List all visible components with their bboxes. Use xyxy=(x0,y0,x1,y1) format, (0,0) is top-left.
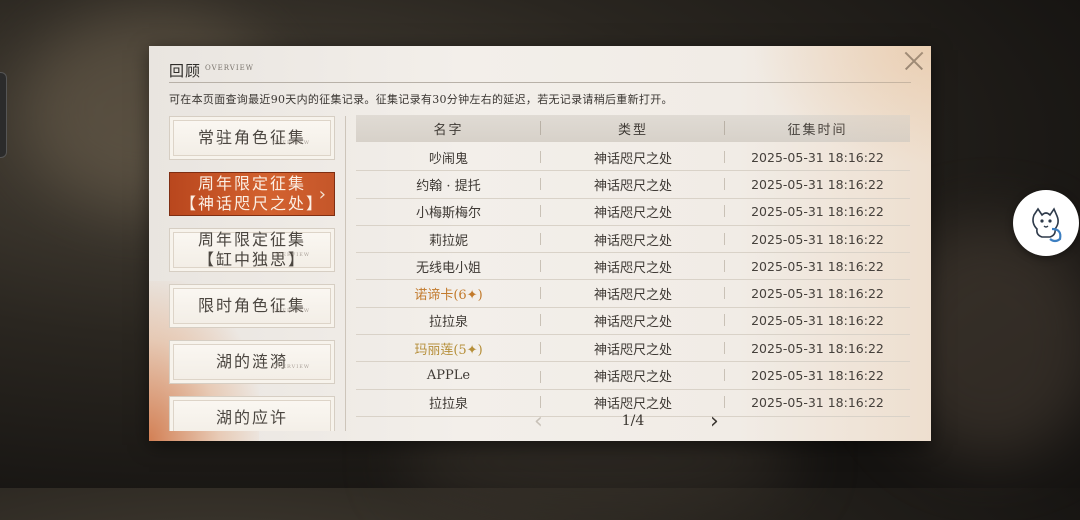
cell-time: 2025-05-31 18:16:22 xyxy=(751,368,884,384)
cell-type: 神话咫尺之处 xyxy=(541,175,725,194)
cell-type: 神话咫尺之处 xyxy=(541,148,725,167)
category-standard[interactable]: 常驻角色征集 OVERVIEW xyxy=(169,116,335,160)
cell-name: 无线电小姐 xyxy=(356,257,541,276)
category-sublabel: 【神话咫尺之处】 xyxy=(179,194,324,213)
header-type: 类型 xyxy=(541,119,725,138)
floating-assistant-button[interactable] xyxy=(1013,190,1079,256)
title-divider xyxy=(169,82,911,83)
cell-time: 2025-05-31 18:16:22 xyxy=(751,286,884,302)
category-anniversary-myth[interactable]: 周年限定征集 【神话咫尺之处】 › xyxy=(169,172,335,216)
cell-time: 2025-05-31 18:16:22 xyxy=(751,340,884,356)
cell-name: 拉拉泉 xyxy=(356,311,541,330)
category-lake-promise[interactable]: 湖的应许 xyxy=(169,396,335,431)
dialog-subtitle: OVERVIEW xyxy=(205,64,254,72)
history-dialog: 回顾 OVERVIEW 可在本页面查询最近90天内的征集记录。征集记录有30分钟… xyxy=(149,46,931,441)
pagination: ‹ 1/4 › xyxy=(356,408,910,436)
category-anniversary-vat[interactable]: 周年限定征集 【缸中独思】 OVERVIEW xyxy=(169,228,335,272)
chevron-right-icon[interactable]: › xyxy=(710,409,719,434)
cell-name: 吵闹鬼 xyxy=(356,148,541,167)
side-handle[interactable] xyxy=(0,72,7,158)
table-row: 玛丽莲(5✦) 神话咫尺之处 2025-05-31 18:16:22 xyxy=(356,335,910,363)
cell-type: 神话咫尺之处 xyxy=(541,366,725,385)
cell-type: 神话咫尺之处 xyxy=(541,339,725,358)
cell-type: 神话咫尺之处 xyxy=(541,257,725,276)
panel-divider xyxy=(345,116,346,431)
table-row: APPLe 神话咫尺之处 2025-05-31 18:16:22 xyxy=(356,362,910,390)
category-mini: OVERVIEW xyxy=(272,364,310,370)
table-row: 约翰 · 提托 神话咫尺之处 2025-05-31 18:16:22 xyxy=(356,171,910,199)
category-label: 湖的应许 xyxy=(215,408,288,427)
cell-type: 神话咫尺之处 xyxy=(541,284,725,303)
cell-time: 2025-05-31 18:16:22 xyxy=(751,149,884,165)
category-mini: OVERVIEW xyxy=(272,308,310,314)
category-mini: OVERVIEW xyxy=(272,252,310,258)
table-row: 无线电小姐 神话咫尺之处 2025-05-31 18:16:22 xyxy=(356,253,910,281)
cell-name: 约翰 · 提托 xyxy=(356,175,541,194)
cell-name-six-star: 诺谛卡(6✦) xyxy=(356,284,541,303)
cell-type: 神话咫尺之处 xyxy=(541,230,725,249)
cell-name: 小梅斯梅尔 xyxy=(356,202,541,221)
table-row: 拉拉泉 神话咫尺之处 2025-05-31 18:16:22 xyxy=(356,308,910,336)
cell-time: 2025-05-31 18:16:22 xyxy=(751,313,884,329)
table-row: 小梅斯梅尔 神话咫尺之处 2025-05-31 18:16:22 xyxy=(356,199,910,226)
category-list: 常驻角色征集 OVERVIEW 周年限定征集 【神话咫尺之处】 › 周年限定征集… xyxy=(169,116,335,431)
table-row: 莉拉妮 神话咫尺之处 2025-05-31 18:16:22 xyxy=(356,226,910,254)
dialog-title: 回顾 xyxy=(169,62,202,80)
category-limited[interactable]: 限时角色征集 OVERVIEW xyxy=(169,284,335,328)
table-row: 吵闹鬼 神话咫尺之处 2025-05-31 18:16:22 xyxy=(356,144,910,172)
cell-time: 2025-05-31 18:16:22 xyxy=(751,231,884,247)
close-button[interactable] xyxy=(903,50,925,72)
notice-text: 可在本页面查询最近90天内的征集记录。征集记录有30分钟左右的延迟，若无记录请稍… xyxy=(169,93,673,106)
page-indicator: 1/4 xyxy=(621,413,645,429)
cell-name-five-star: 玛丽莲(5✦) xyxy=(356,339,541,358)
category-label: 周年限定征集 xyxy=(197,174,306,193)
cell-type: 神话咫尺之处 xyxy=(541,202,725,221)
cell-time: 2025-05-31 18:16:22 xyxy=(751,176,884,192)
mascot-icon xyxy=(1032,207,1062,243)
header-name: 名字 xyxy=(356,119,541,138)
table-header: 名字 类型 征集时间 xyxy=(356,115,910,142)
cell-name: 莉拉妮 xyxy=(356,230,541,249)
table-row: 诺谛卡(6✦) 神话咫尺之处 2025-05-31 18:16:22 xyxy=(356,280,910,308)
category-mini: OVERVIEW xyxy=(272,140,310,146)
record-table: 吵闹鬼 神话咫尺之处 2025-05-31 18:16:22 约翰 · 提托 神… xyxy=(356,144,910,417)
cell-type: 神话咫尺之处 xyxy=(541,311,725,330)
cell-name: APPLe xyxy=(356,368,541,384)
cell-time: 2025-05-31 18:16:22 xyxy=(751,258,884,274)
chevron-right-icon: › xyxy=(318,184,328,205)
category-lake-ripples[interactable]: 湖的涟漪 OVERVIEW xyxy=(169,340,335,384)
cell-time: 2025-05-31 18:16:22 xyxy=(751,204,884,220)
header-time: 征集时间 xyxy=(787,123,848,138)
